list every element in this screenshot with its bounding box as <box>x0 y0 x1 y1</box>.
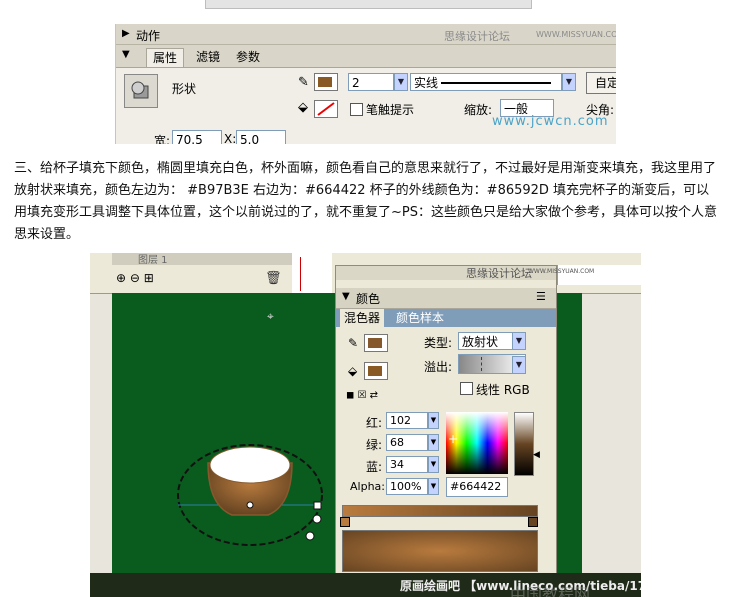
gradient-stop-left[interactable] <box>340 517 350 527</box>
green-field[interactable]: 68 <box>386 434 428 451</box>
panel-grip[interactable]: 思缘设计论坛 WWW.MISSYUAN.COM <box>336 266 594 280</box>
picker-crosshair: + <box>448 432 459 446</box>
stroke-style-select[interactable]: 实线 <box>410 73 562 91</box>
stroke-width-dropdown[interactable]: ▼ <box>394 73 408 91</box>
brightness-slider[interactable] <box>514 412 534 476</box>
type-dropdown[interactable]: ▼ <box>512 332 526 350</box>
trash-icon[interactable]: 🗑 <box>265 271 282 286</box>
scale-label: 缩放: <box>464 103 493 117</box>
fill-color-swatch-none[interactable] <box>314 100 338 118</box>
playhead[interactable] <box>300 257 301 291</box>
shape-tool-icon <box>124 74 158 108</box>
tab-swatches[interactable]: 颜色样本 <box>396 309 444 327</box>
frames-area <box>292 253 332 293</box>
color-panel-screenshot: 图层 1 ⊕ ⊖ ⊞ 🗑 ⌖ 思缘设计论坛 WWW.MISSYUAN.COM ▼… <box>90 253 641 597</box>
bottom-watermark-2: 中国教程网 <box>510 585 591 597</box>
gradient-bar[interactable] <box>342 505 538 517</box>
shape-label: 形状 <box>172 82 197 96</box>
stroke-width-field[interactable]: 2 <box>348 73 394 91</box>
color-spectrum-picker[interactable]: + <box>446 412 508 474</box>
stroke-style-dropdown[interactable]: ▼ <box>562 73 576 91</box>
gradient-preview <box>342 530 538 572</box>
x-label: X: <box>224 132 237 144</box>
layer-tools-icons[interactable]: ⊕ ⊖ ⊞ <box>116 271 154 285</box>
width-field[interactable]: 70.5 <box>172 130 222 144</box>
hinting-label: 笔触提示 <box>366 103 415 117</box>
stroke-color-swatch[interactable] <box>314 73 338 91</box>
green-label: 绿: <box>366 438 383 452</box>
panel-watermark-url: WWW.MISSYUAN.COM <box>528 268 595 275</box>
overflow-label: 溢出: <box>424 360 453 374</box>
tab-parameters[interactable]: 参数 <box>230 48 266 66</box>
red-dropdown[interactable]: ▼ <box>428 412 439 429</box>
type-label: 类型: <box>424 336 453 350</box>
pencil-icon: ✎ <box>298 75 309 90</box>
fill-color-swatch[interactable] <box>364 362 388 380</box>
red-label: 红: <box>366 416 383 430</box>
tab-filters[interactable]: 滤镜 <box>190 48 226 66</box>
custom-button[interactable]: 自定 <box>586 72 616 94</box>
stroke-style-label: 实线 <box>414 76 439 90</box>
brightness-slider-arrow[interactable]: ◀ <box>533 450 540 460</box>
properties-panel-screenshot: ▶ 动作 思缘设计论坛 WWW.MISSYUAN.COM ▼ 属性 滤镜 参数 … <box>115 24 616 144</box>
panel-watermark: 思缘设计论坛 <box>466 267 532 280</box>
watermark-url: WWW.MISSYUAN.COM <box>536 30 616 39</box>
collapse-arrow-icon[interactable]: ▶ <box>122 28 130 39</box>
overflow-dropdown[interactable]: ▼ <box>512 356 526 374</box>
stroke-style-preview <box>441 82 551 84</box>
linear-rgb-checkbox[interactable] <box>460 382 473 395</box>
tutorial-paragraph: 三、给杯子填充下颜色，椭圆里填充白色，杯外面嘛，颜色看自己的意思来就行了，不过最… <box>14 161 717 242</box>
hinting-checkbox[interactable] <box>350 103 363 116</box>
blue-label: 蓝: <box>366 460 383 474</box>
actions-panel-bar[interactable]: ▶ 动作 思缘设计论坛 WWW.MISSYUAN.COM <box>116 24 616 45</box>
green-dropdown[interactable]: ▼ <box>428 434 439 451</box>
options-menu-icon[interactable]: ☰ <box>536 290 546 303</box>
cup-drawing[interactable] <box>172 433 332 553</box>
collapse-arrow-icon[interactable]: ▼ <box>342 291 350 302</box>
blue-dropdown[interactable]: ▼ <box>428 456 439 473</box>
color-panel-header[interactable]: ▼ 颜色 ☰ <box>336 288 556 309</box>
paint-bucket-icon: ⬙ <box>298 100 308 115</box>
paint-bucket-icon: ⬙ <box>348 364 358 378</box>
previous-image-edge <box>205 0 532 9</box>
layer-name: 图层 1 <box>138 255 168 266</box>
pencil-icon: ✎ <box>348 336 359 350</box>
hex-field[interactable]: #664422 <box>446 477 508 497</box>
props-tabs: ▼ 属性 滤镜 参数 <box>116 45 616 68</box>
alpha-label: Alpha: <box>350 480 385 493</box>
tab-mixer[interactable]: 混色器 <box>340 309 385 327</box>
swap-colors-icons[interactable]: ◼ ☒ ⇄ <box>346 390 378 401</box>
bottom-watermark-bar: 原画绘画吧 【www.lineco.com/tieba/1797】 中国教程网 <box>90 573 641 597</box>
linear-rgb-label: 线性 RGB <box>476 383 530 397</box>
blue-field[interactable]: 34 <box>386 456 428 473</box>
x-field[interactable]: 5.0 <box>236 130 286 144</box>
color-tabs: 混色器 颜色样本 <box>336 309 556 327</box>
overflow-preview <box>481 357 482 371</box>
watermark-text: 思缘设计论坛 <box>444 30 510 43</box>
layer-row: 图层 1 <box>112 253 292 266</box>
watermark-jcwcn: www.jcwcn.com <box>492 114 609 129</box>
crosshair-icon: ⌖ <box>267 309 274 323</box>
alpha-dropdown[interactable]: ▼ <box>428 478 439 495</box>
gradient-stop-right[interactable] <box>528 517 538 527</box>
alpha-field[interactable]: 100% <box>386 478 428 495</box>
actions-title: 动作 <box>136 29 161 43</box>
width-label: 宽: <box>154 134 171 144</box>
red-field[interactable]: 102 <box>386 412 428 429</box>
stroke-color-swatch[interactable] <box>364 334 388 352</box>
color-mixer-panel: 思缘设计论坛 WWW.MISSYUAN.COM ▼ 颜色 ☰ 混色器 颜色样本 … <box>335 265 594 597</box>
collapse-arrow-icon[interactable]: ▼ <box>122 49 130 60</box>
tab-properties[interactable]: 属性 <box>146 48 185 67</box>
color-panel-title: 颜色 <box>356 292 381 306</box>
